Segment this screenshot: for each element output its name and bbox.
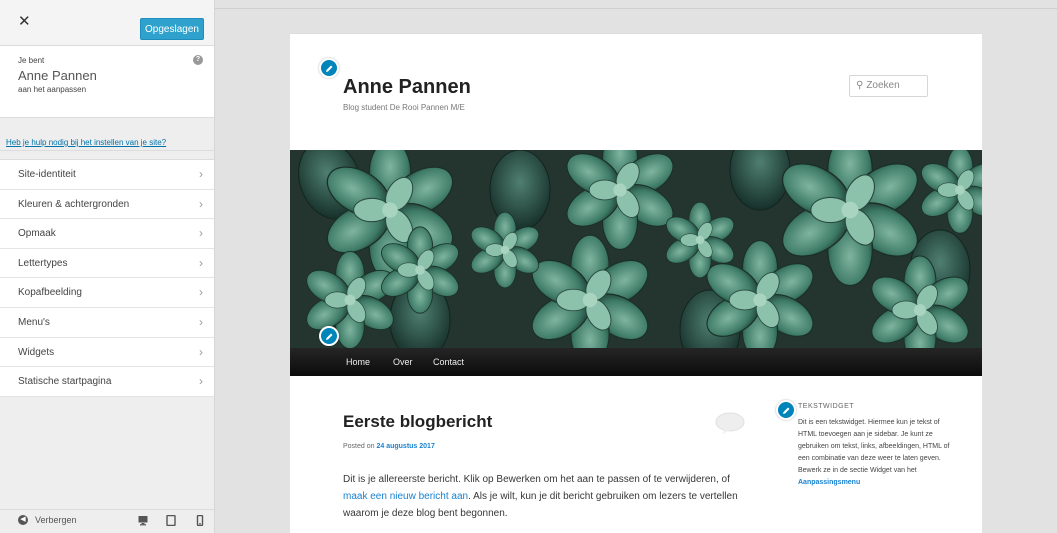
menu-item-layout[interactable]: Opmaak › [0, 219, 214, 249]
top-divider [70, 0, 1057, 9]
menu-item-label: Menu's [18, 316, 50, 328]
close-icon[interactable]: ✕ [0, 8, 48, 46]
info-prefix: Je bent [18, 56, 45, 65]
edit-site-title-icon[interactable] [319, 58, 339, 78]
customizer-footer: ◀ Verbergen [0, 509, 214, 533]
mobile-icon[interactable] [195, 515, 205, 526]
comment-bubble-icon[interactable] [715, 412, 745, 434]
new-post-link[interactable]: maak een nieuw bericht aan [343, 491, 468, 502]
widget-text: Dit is een tekstwidget. Hiermee kun je t… [798, 417, 958, 489]
post-meta: Posted on 24 augustus 2017 [343, 443, 435, 450]
chevron-right-icon: › [199, 285, 203, 300]
desktop-icon[interactable] [138, 515, 148, 526]
widget-customizer-link[interactable]: Aanpassingsmenu [798, 477, 958, 489]
menu-item-label: Widgets [18, 346, 55, 358]
chevron-right-icon: › [199, 344, 203, 359]
site-preview: Anne Pannen Blog student De Rooi Pannen … [290, 33, 982, 533]
menu-item-label: Lettertypes [18, 257, 68, 269]
chevron-right-icon: › [199, 226, 203, 241]
header-image [290, 150, 982, 348]
chevron-right-icon: › [199, 167, 203, 181]
menu-item-label: Opmaak [18, 228, 56, 240]
widget-title: TEKSTWIDGET [798, 403, 855, 410]
menu-item-label: Statische startpagina [18, 376, 112, 388]
nav-item-home[interactable]: Home [346, 357, 370, 367]
customizer-header: ✕ Opgeslagen [0, 0, 214, 46]
help-section: Heb je hulp nodig bij het instellen van … [0, 118, 214, 151]
succulents-image [290, 150, 982, 348]
menu-item-static-front-page[interactable]: Statische startpagina › [0, 367, 214, 397]
tablet-icon[interactable] [166, 515, 176, 526]
menu-item-menus[interactable]: Menu's › [0, 308, 214, 338]
menu-item-label: Kleuren & achtergronden [18, 198, 130, 210]
post-body-text: Dit is je allereerste bericht. Klik op B… [343, 474, 730, 485]
hide-label: Verbergen [35, 515, 77, 525]
nav-item-contact[interactable]: Contact [433, 357, 464, 367]
post-body: Dit is je allereerste bericht. Klik op B… [343, 471, 753, 522]
site-description: Blog student De Rooi Pannen M/E [343, 103, 465, 112]
post-title[interactable]: Eerste blogbericht [343, 412, 492, 432]
widget-body: Dit is een tekstwidget. Hiermee kun je t… [798, 419, 950, 474]
chevron-right-icon: › [199, 374, 203, 389]
post-meta-prefix: Posted on [343, 443, 377, 450]
chevron-right-icon: › [199, 314, 203, 329]
menu-item-widgets[interactable]: Widgets › [0, 338, 214, 368]
customizer-info: Je bent Anne Pannen aan het aanpassen ? [0, 46, 214, 118]
nav-item-over[interactable]: Over [393, 357, 413, 367]
menu-item-colors[interactable]: Kleuren & achtergronden › [0, 190, 214, 220]
save-button[interactable]: Opgeslagen [140, 18, 204, 40]
search-input[interactable]: ⚲ Zoeken [849, 75, 928, 97]
customizer-menu: Site-identiteit › Kleuren & achtergronde… [0, 159, 214, 397]
help-icon[interactable]: ? [193, 55, 203, 65]
search-placeholder: Zoeken [866, 80, 900, 91]
info-suffix: aan het aanpassen [18, 85, 87, 94]
edit-widget-icon[interactable] [776, 400, 796, 420]
menu-item-label: Kopafbeelding [18, 287, 82, 299]
collapse-icon: ◀ [18, 515, 28, 525]
site-title[interactable]: Anne Pannen [343, 76, 471, 99]
menu-item-site-identity[interactable]: Site-identiteit › [0, 160, 214, 190]
hide-controls-button[interactable]: ◀ Verbergen [18, 515, 77, 525]
main-navigation: Home Over Contact [290, 348, 982, 376]
chevron-right-icon: › [199, 196, 203, 211]
info-site-name: Anne Pannen [18, 68, 97, 83]
menu-item-label: Site-identiteit [18, 169, 76, 180]
search-icon: ⚲ [856, 80, 864, 91]
chevron-right-icon: › [199, 255, 203, 270]
edit-header-image-icon[interactable] [319, 326, 339, 346]
menu-item-fonts[interactable]: Lettertypes › [0, 249, 214, 279]
customizer-sidebar: ✕ Opgeslagen Je bent Anne Pannen aan het… [0, 0, 215, 533]
menu-item-header-image[interactable]: Kopafbeelding › [0, 278, 214, 308]
help-link[interactable]: Heb je hulp nodig bij het instellen van … [6, 138, 166, 147]
post-date-link[interactable]: 24 augustus 2017 [376, 443, 434, 450]
